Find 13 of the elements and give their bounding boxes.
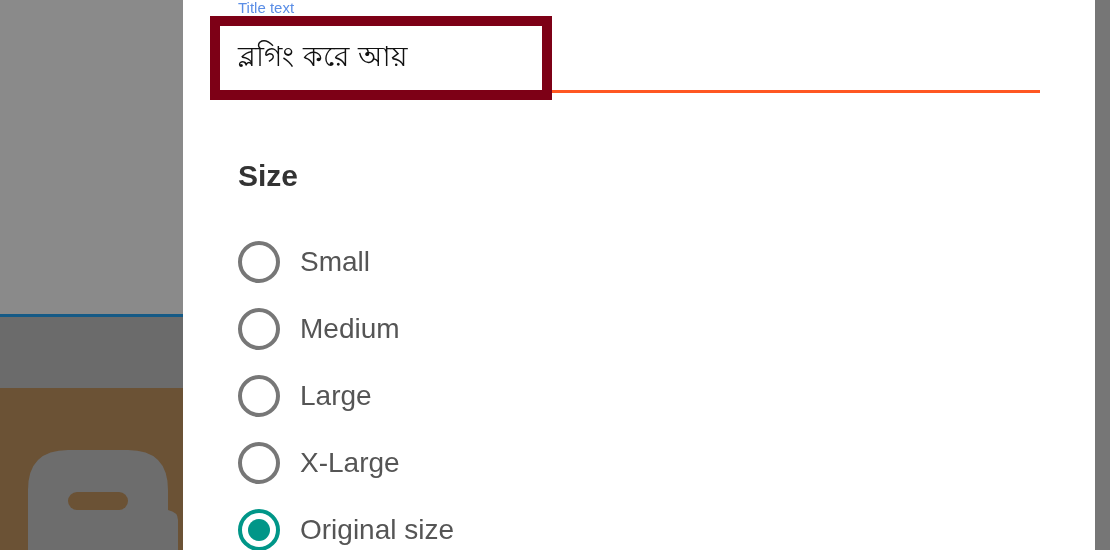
- option-label: Original size: [300, 513, 455, 546]
- radio-button[interactable]: [238, 307, 280, 350]
- section-heading: Size: [238, 158, 299, 194]
- option-label: X-Large: [300, 446, 400, 479]
- field-label: Title text: [238, 0, 295, 16]
- radio-button[interactable]: [238, 374, 280, 417]
- option-label: Small: [300, 245, 370, 278]
- radio-button[interactable]: [238, 240, 280, 283]
- option-label: Large: [300, 379, 372, 412]
- radio-button[interactable]: [238, 508, 280, 550]
- option-label: Medium: [300, 312, 400, 345]
- radio-button[interactable]: [238, 441, 280, 484]
- input-field[interactable]: ব্লগিং করে আয়: [210, 16, 552, 100]
